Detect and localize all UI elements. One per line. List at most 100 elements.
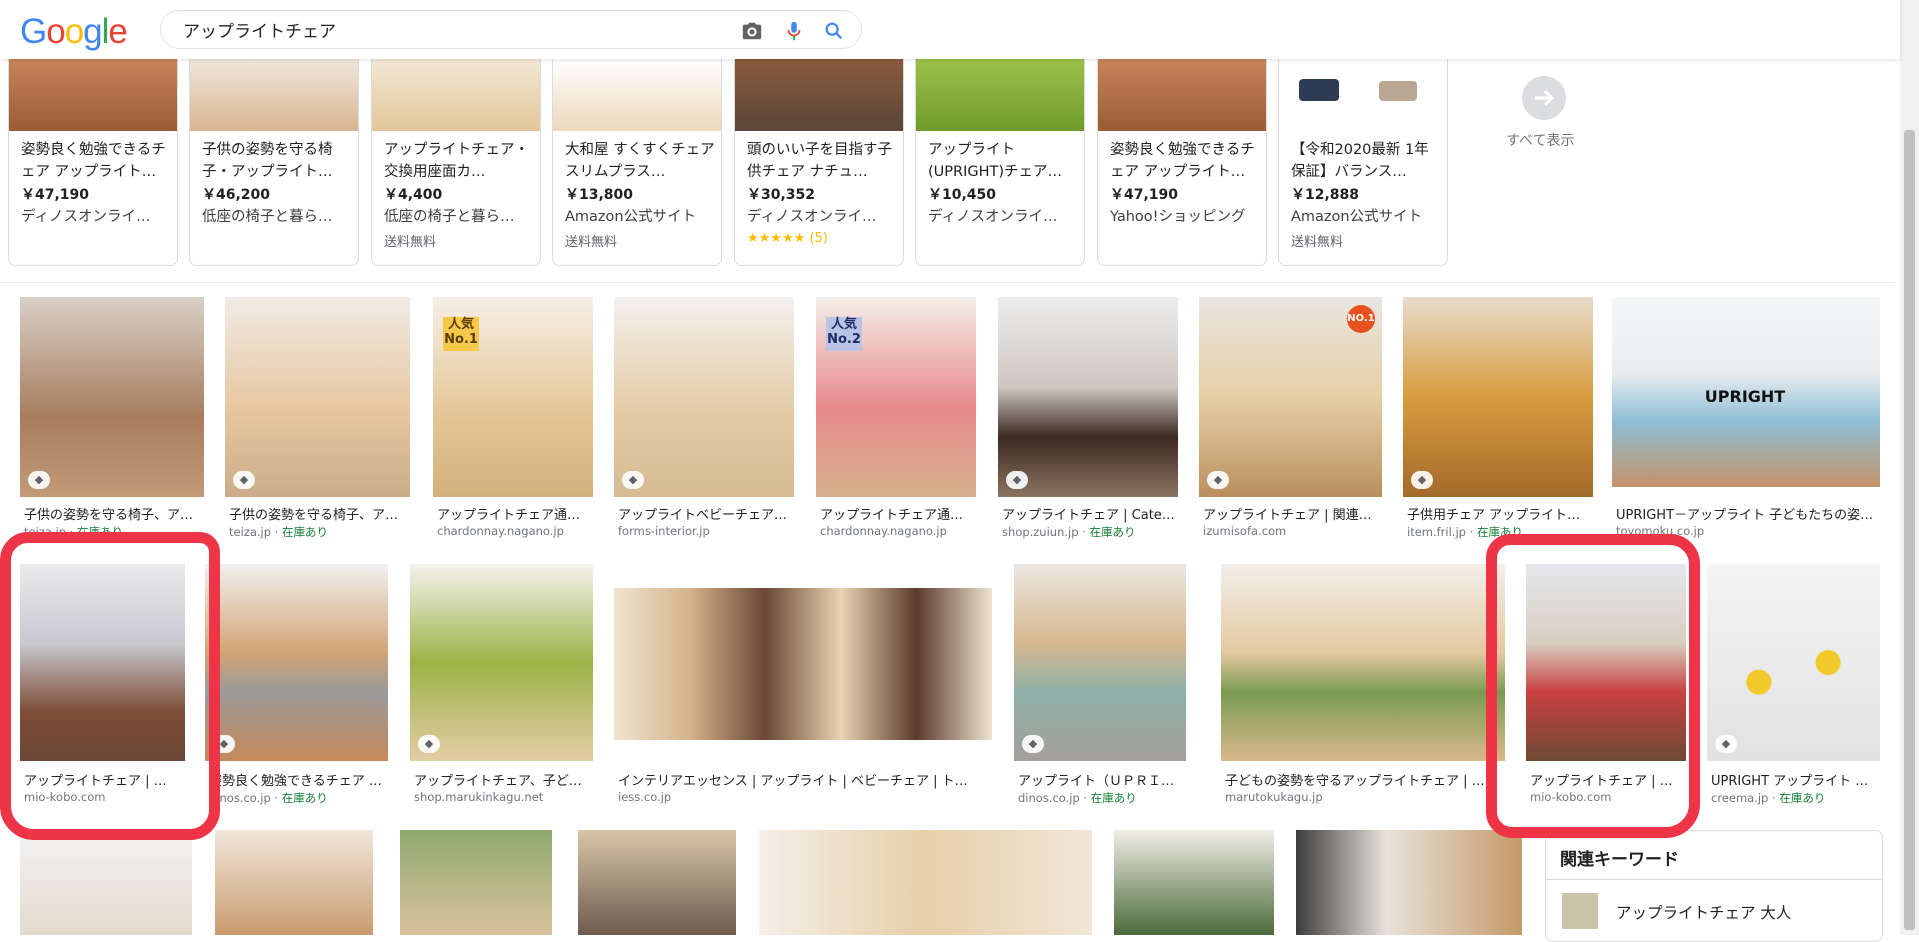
image-result[interactable]: ◆ アップライト（ＵＰＲＩＧ… dinos.co.jp · 在庫あり bbox=[1014, 564, 1186, 809]
product-seller: Amazon公式サイト bbox=[565, 209, 697, 225]
image-result[interactable] bbox=[400, 830, 552, 935]
product-title: 姿勢良く勉強できるチェア アップライト… bbox=[21, 142, 166, 180]
product-seller: 低座の椅子と暮ら… bbox=[202, 209, 333, 225]
product-image bbox=[1279, 59, 1447, 131]
divider bbox=[1546, 879, 1882, 880]
shopping-tag-icon: ◆ bbox=[418, 735, 440, 753]
result-image bbox=[1707, 564, 1880, 761]
product-title: アップライトチェア・交換用座面カ… bbox=[384, 142, 529, 180]
image-result[interactable]: NO.1 ◆ アップライトチェア | 関連… izumisofa.com bbox=[1199, 297, 1382, 542]
shopping-card[interactable]: 頭のいい子を目指す子供チェア ナチュ… ￥30,352 ディノスオンライ… ★★… bbox=[734, 59, 904, 266]
product-rating: ★★★★★ (5) bbox=[747, 231, 828, 246]
product-price: ￥47,190 bbox=[21, 187, 90, 203]
image-result[interactable]: 人気 No.2 アップライトチェア通… chardonnay.nagano.jp bbox=[816, 297, 976, 542]
product-title: アップライト(UPRIGHT)チェア… bbox=[928, 142, 1063, 180]
image-result[interactable]: インテリアエッセンス | アップライト | ベビーチェア | ト… iess.c… bbox=[614, 564, 992, 809]
product-title: 姿勢良く勉強できるチェア アップライト… bbox=[1110, 142, 1255, 180]
product-extra: 送料無料 bbox=[565, 235, 618, 250]
result-source: dinos.co.jp · 在庫あり bbox=[209, 791, 328, 805]
product-seller: 低座の椅子と暮ら… bbox=[384, 209, 515, 225]
image-result[interactable]: ◆ UPRIGHT アップライト … creema.jp · 在庫あり bbox=[1707, 564, 1880, 809]
image-result[interactable]: ◆ 子供の姿勢を守る椅子、ア… teiza.jp · 在庫あり bbox=[225, 297, 410, 542]
product-title: 子供の姿勢を守る椅子・アップライト… bbox=[202, 142, 333, 180]
result-source: iess.co.jp bbox=[618, 790, 672, 804]
result-caption: アップライトチェア | 関連… bbox=[1203, 508, 1372, 523]
shopping-card[interactable]: 姿勢良く勉強できるチェア アップライト… ￥47,190 Yahoo!ショッピン… bbox=[1097, 59, 1267, 266]
product-seller: ディノスオンライ… bbox=[21, 209, 151, 225]
product-image bbox=[735, 59, 903, 131]
product-image bbox=[916, 59, 1084, 131]
related-keywords-panel: 関連キーワード アップライトチェア 大人 bbox=[1545, 830, 1883, 942]
result-caption: アップライトチェア通… bbox=[820, 508, 964, 523]
image-result[interactable]: 人気 No.1 アップライトチェア通… chardonnay.nagano.jp bbox=[433, 297, 593, 542]
shopping-card[interactable]: 姿勢良く勉強できるチェア アップライト… ￥47,190 ディノスオンライ… bbox=[8, 59, 178, 266]
result-source: dinos.co.jp · 在庫あり bbox=[1018, 791, 1137, 805]
search-input[interactable] bbox=[181, 18, 705, 40]
result-caption: アップライトチェア通… bbox=[437, 508, 581, 523]
shopping-card[interactable]: 大和屋 すくすくチェアスリムプラス… ￥13,800 Amazon公式サイト 送… bbox=[552, 59, 722, 266]
mic-icon[interactable] bbox=[783, 20, 805, 42]
product-title: 頭のいい子を目指す子供チェア ナチュ… bbox=[747, 142, 892, 180]
result-caption: アップライトチェア | Cate… bbox=[1002, 508, 1175, 523]
shopping-tag-icon: ◆ bbox=[1715, 735, 1737, 753]
shopping-card[interactable]: アップライト(UPRIGHT)チェア… ￥10,450 ディノスオンライ… bbox=[915, 59, 1085, 266]
search-icon[interactable] bbox=[823, 20, 845, 42]
product-seller: Yahoo!ショッピング bbox=[1110, 209, 1246, 225]
shopping-card[interactable]: 【令和2020最新 1年保証】バランス… ￥12,888 Amazon公式サイト… bbox=[1278, 59, 1448, 266]
result-source: teiza.jp · 在庫あり bbox=[229, 525, 328, 539]
result-source: izumisofa.com bbox=[1203, 524, 1287, 538]
result-image bbox=[1403, 297, 1593, 497]
result-source: shop.zuiun.jp · 在庫あり bbox=[1002, 525, 1136, 539]
image-result[interactable]: UPRIGHT UPRIGHT－アップライト 子どもたちの姿… toyomoku… bbox=[1612, 297, 1880, 542]
camera-icon[interactable] bbox=[741, 20, 763, 42]
shopping-tag-icon: ◆ bbox=[1207, 471, 1229, 489]
related-keywords-heading: 関連キーワード bbox=[1560, 850, 1679, 870]
product-title: 大和屋 すくすくチェアスリムプラス… bbox=[565, 142, 715, 180]
result-image bbox=[998, 297, 1178, 497]
google-logo[interactable]: Google bbox=[20, 12, 128, 52]
result-image bbox=[1014, 564, 1186, 761]
result-caption: UPRIGHT－アップライト 子どもたちの姿… bbox=[1616, 508, 1874, 523]
result-image bbox=[1221, 564, 1505, 761]
related-keyword-link[interactable]: アップライトチェア 大人 bbox=[1616, 901, 1791, 923]
image-result[interactable] bbox=[215, 830, 373, 935]
product-image bbox=[553, 59, 721, 131]
result-source: chardonnay.nagano.jp bbox=[820, 524, 947, 538]
image-result[interactable]: ◆ 子供の姿勢を守る椅子、ア… teiza.jp · 在庫あり bbox=[20, 297, 204, 542]
shopping-card[interactable]: アップライトチェア・交換用座面カ… ￥4,400 低座の椅子と暮ら… 送料無料 bbox=[371, 59, 541, 266]
shopping-card[interactable]: 子供の姿勢を守る椅子・アップライト… ￥46,200 低座の椅子と暮ら… bbox=[189, 59, 359, 266]
image-result[interactable] bbox=[20, 830, 192, 935]
image-result[interactable]: ◆ 姿勢良く勉強できるチェア … dinos.co.jp · 在庫あり bbox=[205, 564, 388, 809]
image-result[interactable]: ◆ アップライトチェア | Cate… shop.zuiun.jp · 在庫あり bbox=[998, 297, 1178, 542]
highlight-annotation bbox=[1486, 534, 1700, 838]
result-caption: アップライトチェア、子ど… bbox=[414, 774, 582, 789]
shopping-tag-icon: ◆ bbox=[1006, 471, 1028, 489]
product-seller: Amazon公式サイト bbox=[1291, 209, 1423, 225]
header-bar: Google bbox=[0, 0, 1900, 59]
image-result[interactable] bbox=[578, 830, 736, 935]
brand-logo-text: UPRIGHT bbox=[1704, 387, 1786, 406]
result-image bbox=[614, 297, 794, 497]
image-result[interactable] bbox=[1296, 830, 1522, 935]
ranking-badge: NO.1 bbox=[1347, 305, 1375, 333]
image-result[interactable]: ◆ 子供用チェア アップライト… item.fril.jp · 在庫あり bbox=[1403, 297, 1593, 542]
divider bbox=[0, 282, 1895, 283]
product-price: ￥4,400 bbox=[384, 187, 443, 203]
highlight-annotation bbox=[0, 532, 220, 840]
result-caption: 子どもの姿勢を守るアップライトチェア | … bbox=[1225, 774, 1485, 789]
shopping-tag-icon: ◆ bbox=[1022, 735, 1044, 753]
image-result[interactable] bbox=[1114, 830, 1274, 935]
image-result[interactable]: ◆ アップライトベビーチェア… forms-interior.jp bbox=[614, 297, 794, 542]
view-all-button[interactable] bbox=[1522, 76, 1566, 120]
result-source: creema.jp · 在庫あり bbox=[1711, 791, 1826, 805]
scrollbar-thumb[interactable] bbox=[1904, 130, 1915, 930]
result-image bbox=[614, 588, 992, 740]
result-image bbox=[225, 297, 410, 497]
product-price: ￥30,352 bbox=[747, 187, 816, 203]
image-result[interactable]: 子どもの姿勢を守るアップライトチェア | … marutokukagu.jp bbox=[1221, 564, 1505, 809]
image-result[interactable] bbox=[759, 830, 1092, 935]
view-all-label[interactable]: すべて表示 bbox=[1506, 130, 1574, 150]
result-caption: 子供の姿勢を守る椅子、ア… bbox=[229, 508, 399, 523]
shopping-tag-icon: ◆ bbox=[233, 471, 255, 489]
image-result[interactable]: ◆ アップライトチェア、子ど… shop.marukinkagu.net bbox=[410, 564, 593, 809]
